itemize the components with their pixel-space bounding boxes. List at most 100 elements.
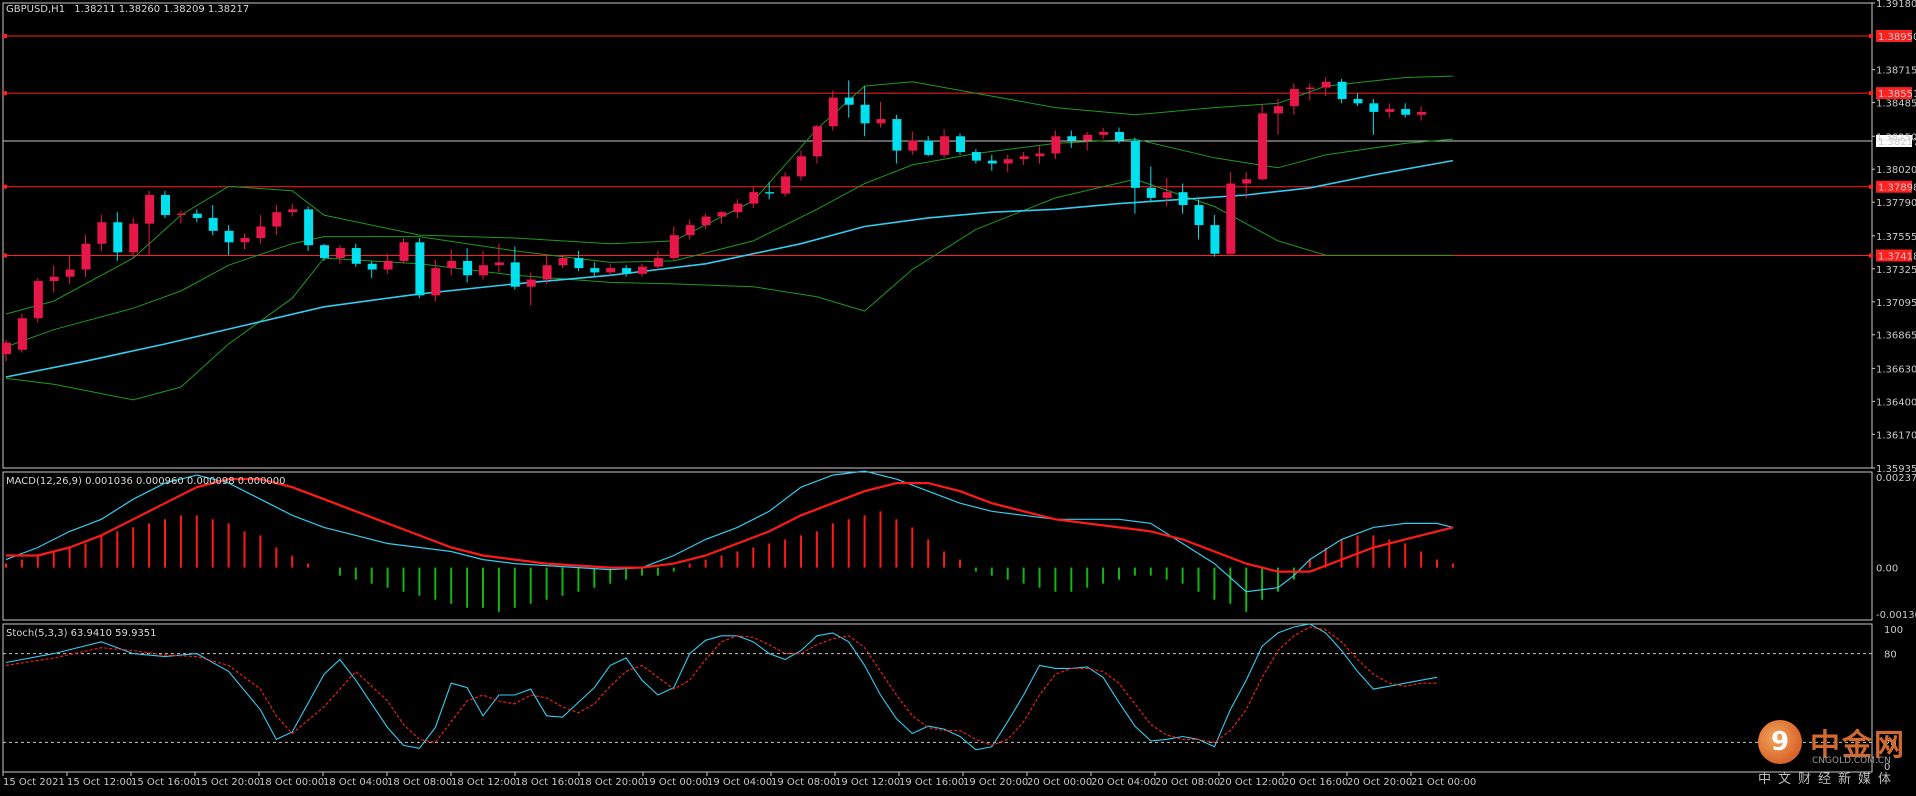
candle-body <box>1258 113 1268 180</box>
time-tick-label: 19 Oct 00:00 <box>643 777 708 788</box>
candle-body <box>1194 205 1204 226</box>
candle-body <box>17 318 27 350</box>
candle <box>797 150 806 181</box>
candle <box>669 226 679 261</box>
candle-body <box>701 216 711 226</box>
symbol-info: GBPUSD,H1 1.38211 1.38260 1.38209 1.3821… <box>6 4 249 15</box>
candle <box>1385 103 1395 118</box>
candle <box>892 114 902 164</box>
candle-body <box>240 238 250 243</box>
candle-body <box>653 258 663 267</box>
candle-body <box>399 242 409 261</box>
watermark-domain: CNGOLD.COM.CN <box>1812 756 1891 766</box>
candle <box>304 206 314 251</box>
candle-body <box>987 160 997 164</box>
candle <box>447 249 457 276</box>
time-tick-label: 19 Oct 12:00 <box>835 777 900 788</box>
candle <box>701 213 711 230</box>
time-axis: 15 Oct 2021 15 Oct 12:0015 Oct 16:0015 Oc… <box>2 772 1476 788</box>
chart-canvas[interactable]: 1.389501.385511.378981.374181.38217 1.39… <box>0 0 1916 792</box>
macd-main-line <box>5 470 1454 593</box>
candle-body <box>256 226 266 239</box>
candle-body <box>161 195 170 216</box>
candle <box>1417 106 1427 121</box>
candle <box>876 101 886 128</box>
level-handle-left <box>3 184 7 189</box>
price-tick-label: 1.37555 <box>1876 232 1916 243</box>
watermark-logo-icon: 9 <box>1758 720 1802 764</box>
candle-body <box>65 269 75 277</box>
candle <box>653 250 663 270</box>
candle <box>399 238 409 264</box>
candle-body <box>1242 179 1252 184</box>
candle-body <box>81 243 91 270</box>
candle-body <box>781 176 791 194</box>
candle <box>526 272 536 306</box>
stoch-label: Stoch(5,3,3) 63.9410 59.9351 <box>6 628 157 639</box>
time-tick-label: 18 Oct 00:00 <box>259 777 324 788</box>
candle-body <box>1337 81 1347 100</box>
candle-body <box>797 156 806 177</box>
candle-body <box>335 248 345 259</box>
bollinger-middle-line <box>5 138 1453 348</box>
candle-body <box>828 97 838 127</box>
candle-body <box>383 260 393 270</box>
candle <box>812 124 822 164</box>
stoch-k-line <box>5 623 1438 751</box>
candle-body <box>685 225 695 236</box>
candle-body <box>622 268 632 274</box>
candle-body <box>940 136 950 155</box>
pane-border-0 <box>2 2 1873 469</box>
candle-body <box>1178 192 1188 206</box>
candle-body <box>765 192 775 194</box>
symbol-label: GBPUSD,H1 <box>6 4 66 15</box>
stoch-axis-label: 100 <box>1884 625 1903 636</box>
level-price-label: 1.38950 <box>1878 32 1916 43</box>
candle <box>956 133 965 155</box>
candle-body <box>526 279 536 287</box>
level-handle-left <box>3 253 7 258</box>
candle-body <box>892 119 902 151</box>
time-tick-label: 18 Oct 08:00 <box>387 777 452 788</box>
time-tick-label: 19 Oct 04:00 <box>707 777 772 788</box>
candle <box>971 149 981 164</box>
time-tick-label: 18 Oct 12:00 <box>451 777 516 788</box>
price-tick-label: 1.36865 <box>1876 331 1916 342</box>
candle <box>224 225 234 256</box>
candle <box>240 233 250 250</box>
time-tick-label: 19 Oct 08:00 <box>771 777 836 788</box>
stoch-axis-label: 80 <box>1884 650 1897 661</box>
candle-body <box>288 209 298 213</box>
candle-body <box>272 212 282 227</box>
candle-body <box>812 126 822 157</box>
price-axis: 1.39180 1.38715 1.38485 1.38250 1.38020 1.377… <box>1872 0 1916 475</box>
candle <box>272 205 282 236</box>
candle <box>1003 154 1013 173</box>
time-tick-label: 21 Oct 00:00 <box>1411 777 1476 788</box>
candle-body <box>1401 109 1411 115</box>
candle <box>924 136 934 157</box>
candle-body <box>606 268 616 273</box>
candle <box>49 265 59 293</box>
candle <box>1051 130 1061 160</box>
candle <box>685 219 695 240</box>
candle-body <box>224 230 234 243</box>
price-tick-label: 1.36630 <box>1876 364 1916 375</box>
candle <box>908 131 918 155</box>
pane-borders <box>2 2 1873 773</box>
candle <box>1099 127 1109 140</box>
candle-body <box>351 248 361 264</box>
candle-body <box>717 212 727 217</box>
candle-body <box>749 192 759 204</box>
candle-body <box>844 97 854 105</box>
candle-body <box>1274 106 1283 114</box>
time-tick-label: 15 Oct 12:00 <box>67 777 132 788</box>
candle <box>1353 93 1363 107</box>
candle-body <box>97 222 107 244</box>
macd-label: MACD(12,26,9) 0.001036 0.000960 0.000098… <box>6 476 286 487</box>
candle-body <box>1146 187 1156 198</box>
time-tick-label: 18 Oct 20:00 <box>579 777 644 788</box>
candle-body <box>1353 99 1363 104</box>
macd-axis-label: -0.001303 <box>1876 610 1916 621</box>
trading-chart[interactable]: 1.38950 1.38551 1.37898 1.37418 1.38217 1.39… <box>0 0 1916 792</box>
